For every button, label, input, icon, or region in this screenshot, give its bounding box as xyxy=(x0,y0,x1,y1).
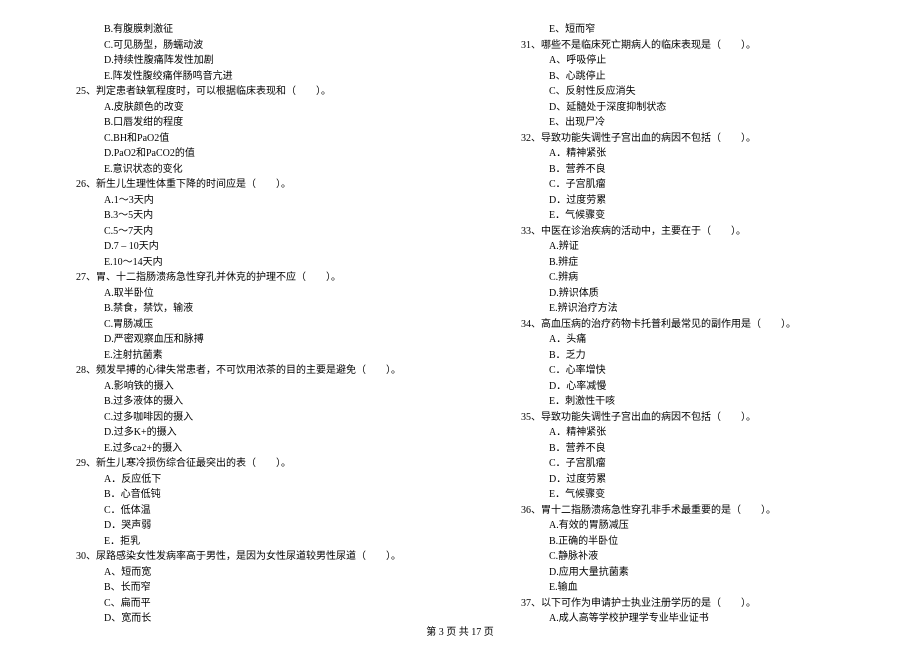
option-line: D．心率减慢 xyxy=(485,379,880,395)
option-line: E．拒乳 xyxy=(40,534,435,550)
option-line: E.10～14天内 xyxy=(40,255,435,271)
option-line: E．气候骤变 xyxy=(485,208,880,224)
option-line: A．精神紧张 xyxy=(485,146,880,162)
question-line: 33、中医在诊治疾病的活动中，主要在于（ ）。 xyxy=(485,224,880,240)
option-line: D.7 – 10天内 xyxy=(40,239,435,255)
option-line: A．头痛 xyxy=(485,332,880,348)
option-line: C.静脉补液 xyxy=(485,549,880,565)
option-line: B．乏力 xyxy=(485,348,880,364)
option-line: B．营养不良 xyxy=(485,441,880,457)
option-line: E、出现尸冷 xyxy=(485,115,880,131)
option-line: C.辨病 xyxy=(485,270,880,286)
option-line: A.1～3天内 xyxy=(40,193,435,209)
option-line: A.取半卧位 xyxy=(40,286,435,302)
option-line: B.正确的半卧位 xyxy=(485,534,880,550)
option-line: D．哭声弱 xyxy=(40,518,435,534)
option-line: E．气候骤变 xyxy=(485,487,880,503)
option-line: B.有腹膜刺激征 xyxy=(40,22,435,38)
option-line: C.5～7天内 xyxy=(40,224,435,240)
option-line: A、呼吸停止 xyxy=(485,53,880,69)
option-line: C．低体温 xyxy=(40,503,435,519)
option-line: E．刺激性干咳 xyxy=(485,394,880,410)
question-line: 37、以下可作为申请护士执业注册学历的是（ ）。 xyxy=(485,596,880,612)
question-line: 26、新生儿生理性体重下降的时间应是（ ）。 xyxy=(40,177,435,193)
option-line: A、短而宽 xyxy=(40,565,435,581)
option-line: D.辨识体质 xyxy=(485,286,880,302)
option-line: A.皮肤颜色的改变 xyxy=(40,100,435,116)
option-line: C.胃肠减压 xyxy=(40,317,435,333)
option-line: E.阵发性腹绞痛伴肠鸣音亢进 xyxy=(40,69,435,85)
option-line: C．子宫肌瘤 xyxy=(485,456,880,472)
option-line: D.持续性腹痛阵发性加剧 xyxy=(40,53,435,69)
option-line: E.意识状态的变化 xyxy=(40,162,435,178)
option-line: C．子宫肌瘤 xyxy=(485,177,880,193)
option-line: C.BH和PaO2值 xyxy=(40,131,435,147)
left-column: B.有腹膜刺激征C.可见肠型，肠蠕动波D.持续性腹痛阵发性加剧E.阵发性腹绞痛伴… xyxy=(40,22,435,627)
question-line: 32、导致功能失调性子宫出血的病因不包括（ ）。 xyxy=(485,131,880,147)
option-line: B.辨症 xyxy=(485,255,880,271)
question-line: 31、哪些不是临床死亡期病人的临床表现是（ ）。 xyxy=(485,38,880,54)
option-line: E.输血 xyxy=(485,580,880,596)
option-line: A.影响铁的摄入 xyxy=(40,379,435,395)
option-line: D.应用大量抗菌素 xyxy=(485,565,880,581)
option-line: A．精神紧张 xyxy=(485,425,880,441)
option-line: D.过多K+的摄入 xyxy=(40,425,435,441)
option-line: B.过多液体的摄入 xyxy=(40,394,435,410)
option-line: B、心跳停止 xyxy=(485,69,880,85)
question-line: 27、胃、十二指肠溃疡急性穿孔并休克的护理不应（ ）。 xyxy=(40,270,435,286)
right-column: E、短而窄31、哪些不是临床死亡期病人的临床表现是（ ）。A、呼吸停止B、心跳停… xyxy=(485,22,880,627)
option-line: B、长而窄 xyxy=(40,580,435,596)
question-line: 29、新生儿寒冷损伤综合征最突出的表（ ）。 xyxy=(40,456,435,472)
option-line: E、短而窄 xyxy=(485,22,880,38)
option-line: B.3～5天内 xyxy=(40,208,435,224)
page-footer: 第 3 页 共 17 页 xyxy=(0,623,920,638)
option-line: E.辨识治疗方法 xyxy=(485,301,880,317)
question-line: 34、高血压病的治疗药物卡托普利最常见的副作用是（ ）。 xyxy=(485,317,880,333)
question-line: 30、尿路感染女性发病率高于男性，是因为女性尿道较男性尿道（ ）。 xyxy=(40,549,435,565)
question-line: 36、胃十二指肠溃疡急性穿孔非手术最重要的是（ ）。 xyxy=(485,503,880,519)
question-line: 35、导致功能失调性子宫出血的病因不包括（ ）。 xyxy=(485,410,880,426)
question-line: 25、判定患者缺氧程度时，可以根据临床表现和（ ）。 xyxy=(40,84,435,100)
option-line: C．心率增快 xyxy=(485,363,880,379)
option-line: D.严密观察血压和脉搏 xyxy=(40,332,435,348)
option-line: B.禁食，禁饮，输液 xyxy=(40,301,435,317)
content-columns: B.有腹膜刺激征C.可见肠型，肠蠕动波D.持续性腹痛阵发性加剧E.阵发性腹绞痛伴… xyxy=(40,22,880,627)
question-line: 28、频发早搏的心律失常患者，不可饮用浓茶的目的主要是避免（ ）。 xyxy=(40,363,435,379)
option-line: C.过多咖啡因的摄入 xyxy=(40,410,435,426)
option-line: A.有效的胃肠减压 xyxy=(485,518,880,534)
option-line: C.可见肠型，肠蠕动波 xyxy=(40,38,435,54)
option-line: D．过度劳累 xyxy=(485,472,880,488)
option-line: C、反射性反应消失 xyxy=(485,84,880,100)
option-line: E.注射抗菌素 xyxy=(40,348,435,364)
option-line: B.口唇发绀的程度 xyxy=(40,115,435,131)
option-line: C、扁而平 xyxy=(40,596,435,612)
option-line: D．过度劳累 xyxy=(485,193,880,209)
option-line: B．心音低钝 xyxy=(40,487,435,503)
option-line: B．营养不良 xyxy=(485,162,880,178)
option-line: D、延髓处于深度抑制状态 xyxy=(485,100,880,116)
option-line: A.辨证 xyxy=(485,239,880,255)
option-line: E.过多ca2+的摄入 xyxy=(40,441,435,457)
option-line: D.PaO2和PaCO2的值 xyxy=(40,146,435,162)
option-line: A．反应低下 xyxy=(40,472,435,488)
